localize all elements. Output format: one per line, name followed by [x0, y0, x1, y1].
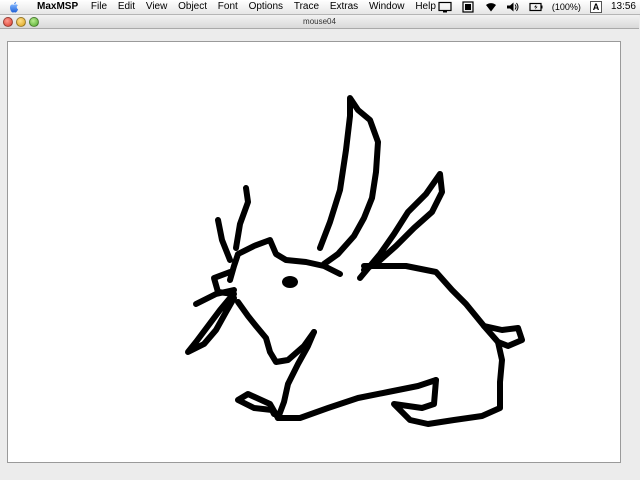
rabbit-eye [282, 276, 298, 288]
menu-file[interactable]: File [87, 0, 111, 14]
menu-options[interactable]: Options [245, 0, 287, 14]
menu-trace[interactable]: Trace [290, 0, 323, 14]
window-title-bar[interactable]: mouse04 [0, 15, 639, 29]
rabbit-whisker-top-stroke [233, 185, 251, 251]
rabbit-rump-stroke [391, 339, 505, 427]
rabbit-front-paw-stroke [235, 391, 281, 421]
rabbit-chest-stroke [275, 329, 317, 421]
rabbit-drawing [185, 95, 525, 427]
rabbit-bottom-stroke [275, 377, 439, 421]
window-title: mouse04 [303, 17, 336, 26]
display-icon[interactable] [438, 1, 452, 13]
menu-list: MaxMSP File Edit View Object Font Option… [33, 0, 440, 14]
menu-bar: MaxMSP File Edit View Object Font Option… [0, 0, 640, 15]
menu-extras[interactable]: Extras [326, 0, 362, 14]
apple-menu-icon[interactable] [8, 1, 20, 13]
rabbit-back-stroke [361, 263, 501, 345]
battery-percent: (100%) [551, 2, 581, 12]
menu-window[interactable]: Window [365, 0, 409, 14]
rabbit-whisker-mid-stroke [215, 217, 233, 263]
menu-view[interactable]: View [142, 0, 172, 14]
wifi-icon[interactable] [484, 1, 498, 13]
drawing-canvas[interactable] [7, 41, 621, 463]
status-menus: (100%) A 13:56 [432, 0, 636, 14]
patcher-window: mouse04 [0, 15, 639, 479]
battery-icon[interactable] [529, 1, 543, 13]
input-menu-icon[interactable]: A [589, 1, 603, 13]
menu-object[interactable]: Object [174, 0, 211, 14]
sync-icon[interactable] [461, 1, 475, 13]
menu-font[interactable]: Font [214, 0, 242, 14]
menu-clock[interactable]: 13:56 [611, 0, 636, 14]
menu-edit[interactable]: Edit [114, 0, 139, 14]
volume-icon[interactable] [506, 1, 520, 13]
rabbit-back-ear-stroke [317, 95, 381, 267]
menu-app-maxmsp[interactable]: MaxMSP [33, 0, 84, 14]
